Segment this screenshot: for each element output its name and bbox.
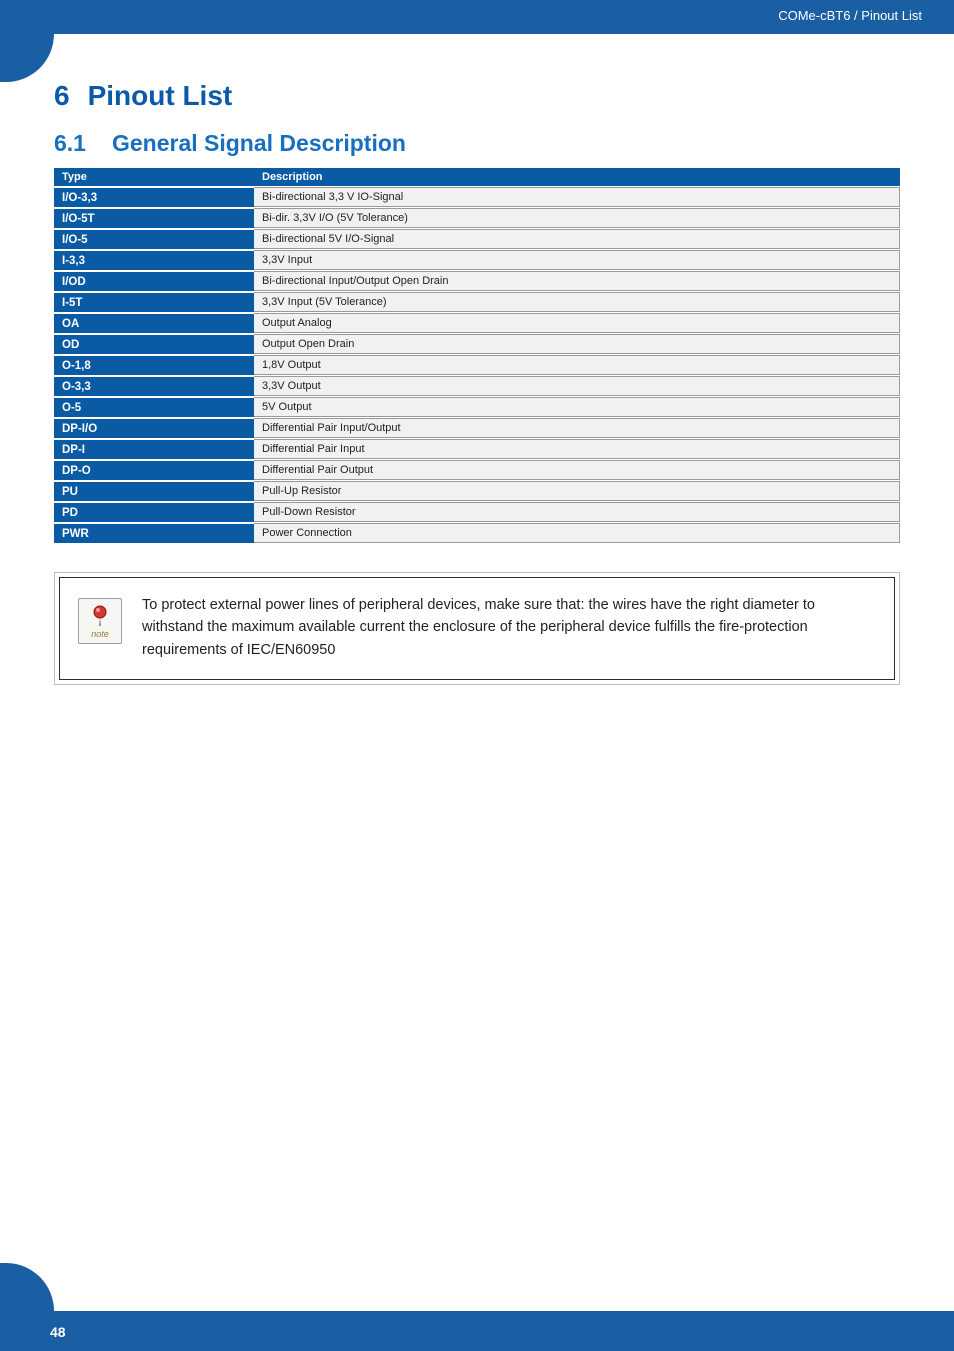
table-row: DP-I/ODifferential Pair Input/Output: [54, 418, 900, 438]
type-cell: O-5: [54, 397, 254, 417]
table-row: ODOutput Open Drain: [54, 334, 900, 354]
desc-cell: 3,3V Input: [254, 250, 900, 270]
type-cell: I-5T: [54, 292, 254, 312]
desc-cell: Differential Pair Input/Output: [254, 418, 900, 438]
desc-cell: Bi-dir. 3,3V I/O (5V Tolerance): [254, 208, 900, 228]
type-cell: I/OD: [54, 271, 254, 291]
table-row: O-3,33,3V Output: [54, 376, 900, 396]
chapter-title-text: Pinout List: [88, 80, 233, 111]
desc-cell: Pull-Down Resistor: [254, 502, 900, 522]
desc-cell: Output Analog: [254, 313, 900, 333]
type-cell: I/O-3,3: [54, 187, 254, 207]
note-text: To protect external power lines of perip…: [142, 594, 876, 661]
section-heading: 6.1 General Signal Description: [54, 130, 900, 157]
desc-cell: Output Open Drain: [254, 334, 900, 354]
table-row: DP-ODifferential Pair Output: [54, 460, 900, 480]
note-box: note To protect external power lines of …: [54, 572, 900, 685]
desc-cell: Bi-directional 5V I/O-Signal: [254, 229, 900, 249]
table-row: O-1,81,8V Output: [54, 355, 900, 375]
type-cell: PWR: [54, 523, 254, 543]
footer-bar: 48: [0, 1311, 954, 1351]
page-content: 6 Pinout List 6.1 General Signal Descripti…: [0, 34, 954, 685]
type-cell: O-3,3: [54, 376, 254, 396]
breadcrumb: COMe-cBT6 / Pinout List: [778, 8, 922, 23]
table-row: PUPull-Up Resistor: [54, 481, 900, 501]
note-inner: note To protect external power lines of …: [59, 577, 895, 680]
type-cell: OA: [54, 313, 254, 333]
type-cell: DP-I: [54, 439, 254, 459]
table-row: I/ODBi-directional Input/Output Open Dra…: [54, 271, 900, 291]
header-bar: COMe-cBT6 / Pinout List: [0, 0, 954, 34]
col-header-type: Type: [54, 168, 254, 186]
page-number: 48: [50, 1324, 66, 1340]
type-cell: PU: [54, 481, 254, 501]
chapter-number: 6: [54, 80, 70, 111]
table-row: OAOutput Analog: [54, 313, 900, 333]
desc-cell: Pull-Up Resistor: [254, 481, 900, 501]
footer-curve: [0, 1263, 54, 1311]
col-header-desc: Description: [254, 168, 900, 186]
section-title-text: General Signal Description: [112, 130, 406, 156]
type-cell: OD: [54, 334, 254, 354]
table-header-row: Type Description: [54, 168, 900, 186]
table-row: I-3,33,3V Input: [54, 250, 900, 270]
type-cell: DP-O: [54, 460, 254, 480]
desc-cell: 3,3V Input (5V Tolerance): [254, 292, 900, 312]
desc-cell: 3,3V Output: [254, 376, 900, 396]
type-cell: I/O-5: [54, 229, 254, 249]
table-row: PDPull-Down Resistor: [54, 502, 900, 522]
signal-table: Type Description I/O-3,3Bi-directional 3…: [54, 167, 900, 544]
table-row: I/O-5TBi-dir. 3,3V I/O (5V Tolerance): [54, 208, 900, 228]
desc-cell: Power Connection: [254, 523, 900, 543]
table-row: I/O-5Bi-directional 5V I/O-Signal: [54, 229, 900, 249]
desc-cell: 1,8V Output: [254, 355, 900, 375]
pushpin-icon: [89, 604, 111, 628]
note-icon: note: [78, 598, 122, 644]
chapter-title: 6 Pinout List: [54, 80, 900, 112]
table-row: O-55V Output: [54, 397, 900, 417]
type-cell: PD: [54, 502, 254, 522]
type-cell: I-3,3: [54, 250, 254, 270]
desc-cell: Bi-directional Input/Output Open Drain: [254, 271, 900, 291]
table-row: I/O-3,3Bi-directional 3,3 V IO-Signal: [54, 187, 900, 207]
note-icon-label: note: [91, 629, 109, 639]
section-number: 6.1: [54, 130, 86, 156]
desc-cell: Differential Pair Output: [254, 460, 900, 480]
table-row: PWRPower Connection: [54, 523, 900, 543]
desc-cell: 5V Output: [254, 397, 900, 417]
type-cell: DP-I/O: [54, 418, 254, 438]
table-row: DP-IDifferential Pair Input: [54, 439, 900, 459]
desc-cell: Bi-directional 3,3 V IO-Signal: [254, 187, 900, 207]
type-cell: I/O-5T: [54, 208, 254, 228]
table-row: I-5T3,3V Input (5V Tolerance): [54, 292, 900, 312]
type-cell: O-1,8: [54, 355, 254, 375]
desc-cell: Differential Pair Input: [254, 439, 900, 459]
